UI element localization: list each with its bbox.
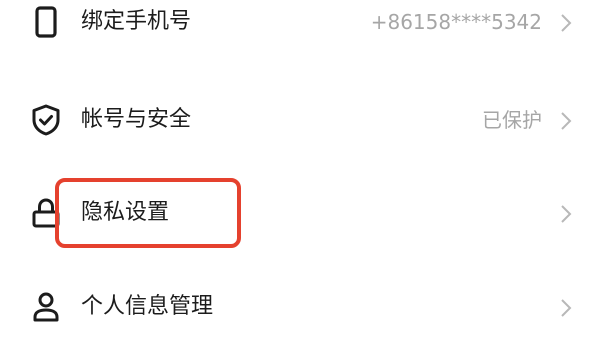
settings-item-label: 帐号与安全 [81, 107, 192, 132]
lock-icon [28, 195, 64, 231]
phone-icon [28, 4, 64, 40]
settings-item-privacy[interactable]: 隐私设置 [0, 183, 592, 243]
settings-item-bind-phone[interactable]: 绑定手机号 +86158****5342 [0, 0, 592, 52]
settings-item-value: +86158****5342 [370, 10, 542, 34]
person-icon [28, 289, 64, 325]
settings-item-label: 隐私设置 [81, 200, 170, 225]
chevron-right-icon [559, 110, 573, 132]
shield-check-icon [28, 102, 64, 138]
settings-list: 绑定手机号 +86158****5342 帐号与安全 已保护 隐私设置 个人信息… [0, 0, 592, 344]
chevron-right-icon [559, 297, 573, 319]
settings-item-label: 绑定手机号 [81, 9, 192, 34]
settings-item-account-security[interactable]: 帐号与安全 已保护 [0, 90, 592, 150]
chevron-right-icon [559, 203, 573, 225]
settings-item-label: 个人信息管理 [81, 294, 214, 319]
settings-item-personal-info[interactable]: 个人信息管理 [0, 277, 592, 337]
chevron-right-icon [559, 12, 573, 34]
settings-item-value: 已保护 [482, 108, 542, 132]
